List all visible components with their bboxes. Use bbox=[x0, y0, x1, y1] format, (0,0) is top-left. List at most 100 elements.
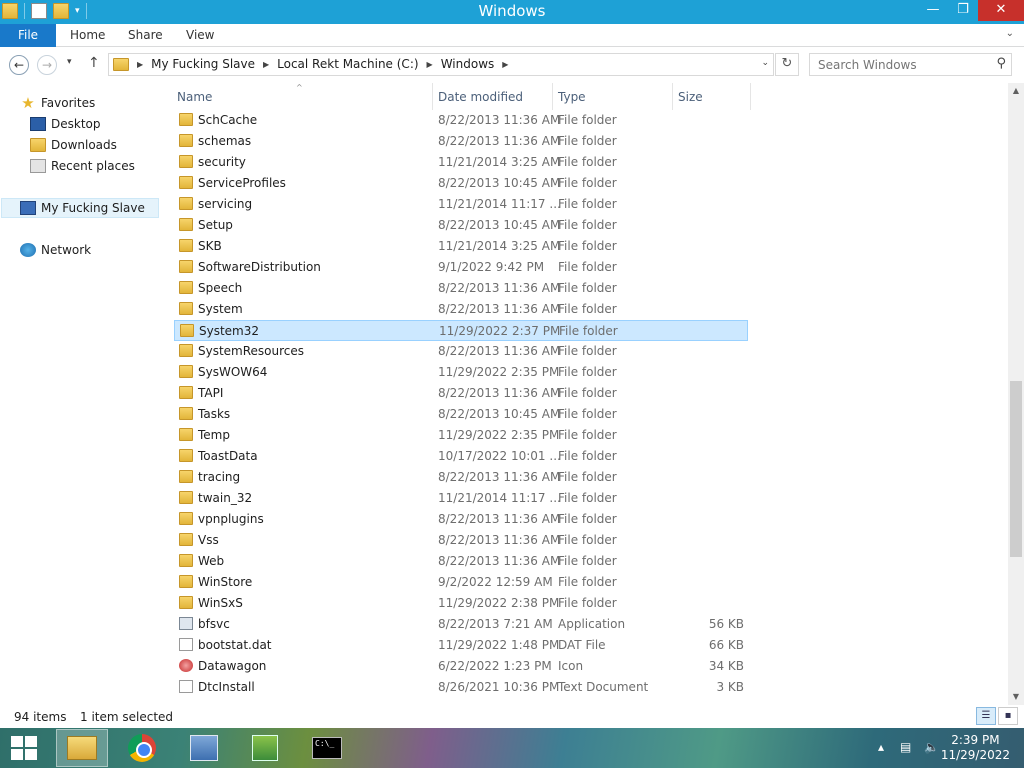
table-row[interactable]: DtcInstall 8/26/2021 10:36 PM Text Documen… bbox=[174, 677, 748, 698]
start-button[interactable] bbox=[0, 729, 48, 767]
table-row[interactable]: System32 11/29/2022 2:37 PM File folder bbox=[174, 320, 748, 341]
table-row[interactable]: ServiceProfiles 8/22/2013 10:45 AM File fo… bbox=[174, 173, 748, 194]
taskbar-chrome[interactable] bbox=[118, 729, 166, 767]
table-row[interactable]: System 8/22/2013 11:36 AM File folder bbox=[174, 299, 748, 320]
nav-recent-places[interactable]: Recent places bbox=[30, 156, 135, 176]
taskbar-server-manager[interactable] bbox=[180, 729, 228, 767]
column-divider[interactable] bbox=[432, 83, 433, 110]
nav-this-pc[interactable]: My Fucking Slave bbox=[1, 198, 159, 218]
column-divider[interactable] bbox=[672, 83, 673, 110]
file-date: 8/22/2013 11:36 AM bbox=[438, 302, 561, 316]
breadcrumb-pc[interactable]: My Fucking Slave bbox=[151, 57, 255, 71]
table-row[interactable]: bfsvc 8/22/2013 7:21 AM Application 56 KB bbox=[174, 614, 748, 635]
folder-icon bbox=[179, 155, 193, 168]
table-row[interactable]: SKB 11/21/2014 3:25 AM File folder bbox=[174, 236, 748, 257]
vertical-scrollbar[interactable]: ▲ ▼ bbox=[1008, 83, 1024, 705]
file-size: 66 KB bbox=[708, 638, 744, 652]
up-button[interactable]: ↑ bbox=[88, 55, 100, 71]
volume-icon[interactable]: 🔈 bbox=[924, 740, 939, 754]
close-button[interactable]: ✕ bbox=[978, 0, 1024, 21]
clock[interactable]: 2:39 PM 11/29/2022 bbox=[941, 733, 1010, 763]
file-name: Setup bbox=[198, 218, 233, 232]
address-bar[interactable]: ▶ My Fucking Slave ▶ Local Rekt Machine … bbox=[108, 53, 774, 76]
folder-icon bbox=[179, 407, 193, 420]
file-name: WinStore bbox=[198, 575, 253, 589]
table-row[interactable]: schemas 8/22/2013 11:36 AM File folder bbox=[174, 131, 748, 152]
table-row[interactable]: Datawagon 6/22/2022 1:23 PM Icon 34 KB bbox=[174, 656, 748, 677]
chevron-right-icon[interactable]: ▶ bbox=[427, 60, 433, 69]
column-divider[interactable] bbox=[552, 83, 553, 110]
table-row[interactable]: Temp 11/29/2022 2:35 PM File folder bbox=[174, 425, 748, 446]
table-row[interactable]: tracing 8/22/2013 11:36 AM File folder bbox=[174, 467, 748, 488]
back-button[interactable]: ← bbox=[9, 55, 29, 75]
nav-desktop[interactable]: Desktop bbox=[30, 114, 101, 134]
taskbar: C:\_ ▴ ▤ 🔈 2:39 PM 11/29/2022 bbox=[0, 728, 1024, 768]
table-row[interactable]: SysWOW64 11/29/2022 2:35 PM File folder bbox=[174, 362, 748, 383]
column-header-size[interactable]: Size bbox=[678, 90, 703, 104]
chevron-right-icon[interactable]: ▶ bbox=[137, 60, 143, 69]
search-icon[interactable]: ⚲ bbox=[996, 56, 1006, 71]
column-header-date[interactable]: Date modified bbox=[438, 90, 523, 104]
tab-view[interactable]: View bbox=[186, 24, 214, 47]
table-row[interactable]: TAPI 8/22/2013 11:36 AM File folder bbox=[174, 383, 748, 404]
scroll-down-icon[interactable]: ▼ bbox=[1008, 689, 1024, 705]
breadcrumb-windows[interactable]: Windows bbox=[441, 57, 495, 71]
column-header-name[interactable]: Name bbox=[177, 90, 212, 104]
network-status-icon[interactable]: ▤ bbox=[900, 740, 911, 754]
nav-downloads-label: Downloads bbox=[51, 138, 117, 152]
scroll-up-icon[interactable]: ▲ bbox=[1008, 83, 1024, 99]
restore-button[interactable]: ❐ bbox=[948, 0, 978, 21]
column-divider[interactable] bbox=[750, 83, 751, 110]
taskbar-file-explorer[interactable] bbox=[56, 729, 108, 767]
table-row[interactable]: Vss 8/22/2013 11:36 AM File folder bbox=[174, 530, 748, 551]
table-row[interactable]: vpnplugins 8/22/2013 11:36 AM File folder bbox=[174, 509, 748, 530]
folder-icon bbox=[179, 512, 193, 525]
file-date: 8/22/2013 11:36 AM bbox=[438, 533, 561, 547]
show-hidden-icons-icon[interactable]: ▴ bbox=[878, 740, 884, 754]
tab-share[interactable]: Share bbox=[128, 24, 163, 47]
scrollbar-thumb[interactable] bbox=[1010, 381, 1022, 557]
table-row[interactable]: ToastData 10/17/2022 10:01 ... File folder bbox=[174, 446, 748, 467]
column-header-type[interactable]: Type bbox=[558, 90, 586, 104]
tab-home[interactable]: Home bbox=[70, 24, 105, 47]
refresh-button[interactable]: ↻ bbox=[775, 53, 799, 76]
table-row[interactable]: SoftwareDistribution 9/1/2022 9:42 PM File… bbox=[174, 257, 748, 278]
file-name: Speech bbox=[198, 281, 243, 295]
table-row[interactable]: SchCache 8/22/2013 11:36 AM File folder bbox=[174, 110, 748, 131]
table-row[interactable]: security 11/21/2014 3:25 AM File folder bbox=[174, 152, 748, 173]
file-date: 8/22/2013 11:36 AM bbox=[438, 113, 561, 127]
large-icons-view-button[interactable]: ▪ bbox=[998, 707, 1018, 725]
table-row[interactable]: bootstat.dat 11/29/2022 1:48 PM DAT File 66… bbox=[174, 635, 748, 656]
nav-downloads[interactable]: Downloads bbox=[30, 135, 117, 155]
nav-network[interactable]: Network bbox=[20, 240, 91, 260]
folder-icon bbox=[179, 491, 193, 504]
upload-icon bbox=[252, 735, 278, 761]
minimize-button[interactable]: — bbox=[918, 0, 948, 21]
file-date: 8/22/2013 11:36 AM bbox=[438, 554, 561, 568]
forward-button[interactable]: → bbox=[37, 55, 57, 75]
taskbar-app[interactable] bbox=[241, 729, 289, 767]
chevron-right-icon[interactable]: ▶ bbox=[502, 60, 508, 69]
table-row[interactable]: Speech 8/22/2013 11:36 AM File folder bbox=[174, 278, 748, 299]
table-row[interactable]: Setup 8/22/2013 10:45 AM File folder bbox=[174, 215, 748, 236]
search-input[interactable] bbox=[810, 54, 980, 75]
table-row[interactable]: Web 8/22/2013 11:36 AM File folder bbox=[174, 551, 748, 572]
table-row[interactable]: WinSxS 11/29/2022 2:38 PM File folder bbox=[174, 593, 748, 614]
file-type: File folder bbox=[558, 491, 617, 505]
nav-favorites[interactable]: ★ Favorites bbox=[20, 93, 95, 113]
recent-locations-icon[interactable]: ▾ bbox=[67, 57, 72, 67]
chevron-down-icon[interactable]: ⌄ bbox=[761, 58, 769, 68]
expand-ribbon-icon[interactable]: ⌄ bbox=[1006, 28, 1014, 39]
breadcrumb-drive[interactable]: Local Rekt Machine (C:) bbox=[277, 57, 418, 71]
table-row[interactable]: Tasks 8/22/2013 10:45 AM File folder bbox=[174, 404, 748, 425]
table-row[interactable]: WinStore 9/2/2022 12:59 AM File folder bbox=[174, 572, 748, 593]
clock-time: 2:39 PM bbox=[951, 733, 1000, 747]
tab-file[interactable]: File bbox=[0, 24, 56, 47]
taskbar-command-prompt[interactable]: C:\_ bbox=[303, 729, 351, 767]
table-row[interactable]: SystemResources 8/22/2013 11:36 AM File fo… bbox=[174, 341, 748, 362]
chevron-right-icon[interactable]: ▶ bbox=[263, 60, 269, 69]
file-name: bfsvc bbox=[198, 617, 230, 631]
table-row[interactable]: twain_32 11/21/2014 11:17 ... File folder bbox=[174, 488, 748, 509]
details-view-button[interactable]: ☰ bbox=[976, 707, 996, 725]
table-row[interactable]: servicing 11/21/2014 11:17 ... File folder bbox=[174, 194, 748, 215]
